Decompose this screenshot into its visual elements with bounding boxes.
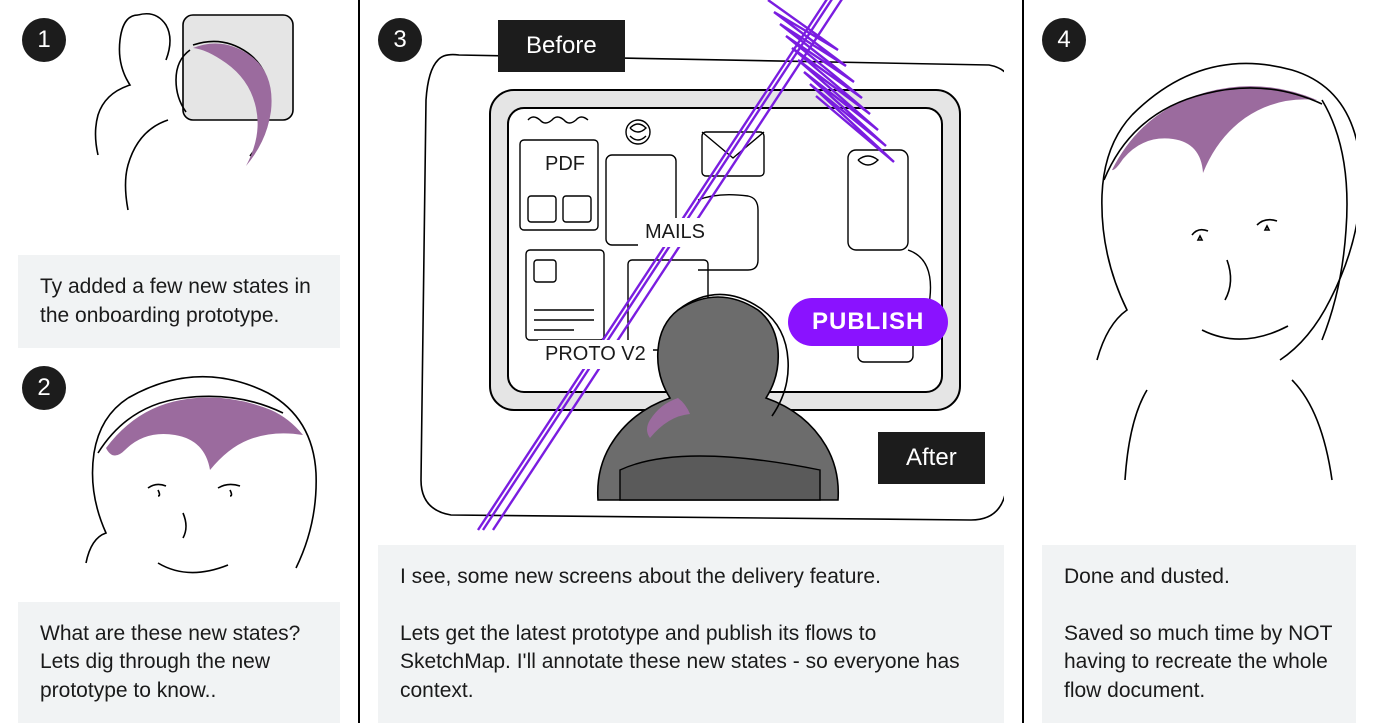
panel-1: 1 Ty added a few new state (0, 0, 358, 348)
panel-1-caption: Ty added a few new states in the onboard… (18, 255, 340, 348)
panel-3-badge: 3 (378, 18, 422, 62)
before-label: Before (498, 20, 625, 72)
panel-2-art (18, 348, 340, 602)
panel-1-art (18, 0, 340, 255)
panel-2: 2 What are these new states? Lets dig th… (0, 348, 358, 723)
after-label: After (878, 432, 985, 484)
panel-4-caption: Done and dusted. Saved so much time by N… (1042, 545, 1356, 723)
sketch-label-mails: MAILS (638, 218, 712, 247)
panel-2-badge: 2 (22, 366, 66, 410)
panel-4-badge: 4 (1042, 18, 1086, 62)
panel-2-caption: What are these new states? Lets dig thro… (18, 602, 340, 723)
panel-4: 4 Done and (1024, 0, 1374, 723)
panel-3-caption: I see, some new screens about the delive… (378, 545, 1004, 723)
panel-3: 3 (360, 0, 1022, 723)
sketch-label-pdf: PDF (538, 150, 592, 179)
sketch-label-proto: PROTO V2 (538, 340, 653, 369)
panel-3-art: Before After PUBLISH PDF MAILS PROTO V2 (378, 0, 1004, 545)
panel-1-badge: 1 (22, 18, 66, 62)
panel-4-art (1042, 0, 1356, 545)
publish-button[interactable]: PUBLISH (788, 298, 948, 346)
